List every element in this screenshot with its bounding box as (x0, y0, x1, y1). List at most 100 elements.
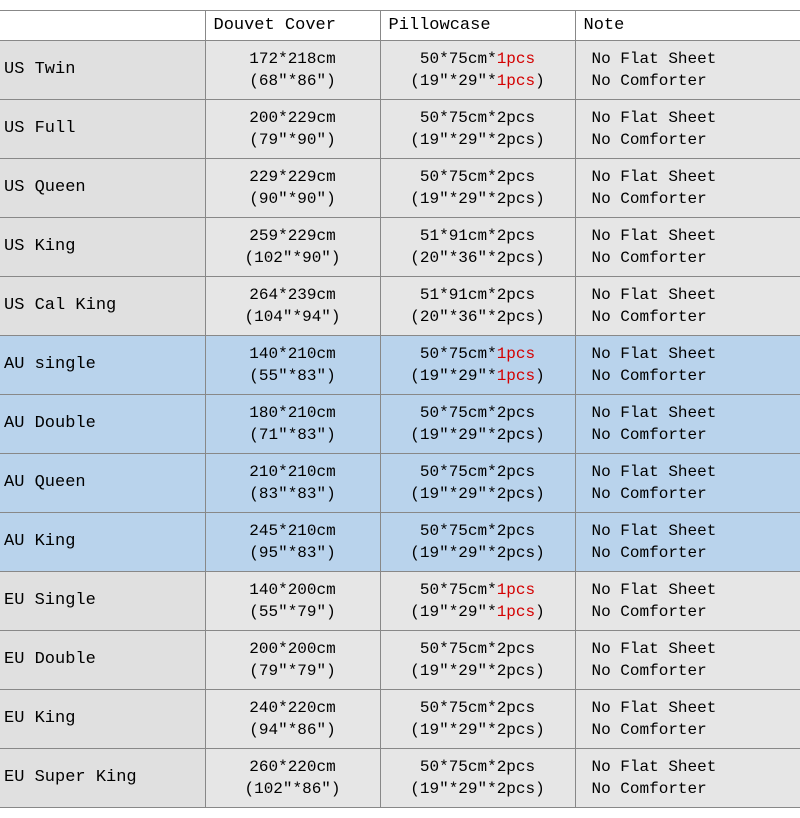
pillow-in-post: ) (535, 603, 545, 621)
pillow-in-pre: (19"*29"*2pcs) (410, 544, 544, 562)
duvet-cell: 140*210cm(55"*83") (205, 336, 380, 395)
note-cell: No Flat SheetNo Comforter (575, 631, 800, 690)
duvet-cell: 264*239cm(104"*94") (205, 277, 380, 336)
duvet-in: (55"*79") (206, 601, 380, 623)
size-cell: US Twin (0, 41, 205, 100)
duvet-in: (55"*83") (206, 365, 380, 387)
size-cell: AU Queen (0, 454, 205, 513)
size-chart-table: Douvet Cover Pillowcase Note US Twin172*… (0, 10, 800, 808)
size-cell: EU Single (0, 572, 205, 631)
pillow-in: (19"*29"*2pcs) (381, 778, 575, 800)
duvet-cm: 264*239cm (206, 284, 380, 306)
note-cell: No Flat SheetNo Comforter (575, 749, 800, 808)
note-cell: No Flat SheetNo Comforter (575, 218, 800, 277)
pillow-in-qty: 1pcs (497, 367, 535, 385)
pillow-cm-qty: 1pcs (497, 345, 535, 363)
note-line-2: No Comforter (592, 70, 800, 92)
duvet-in: (79"*79") (206, 660, 380, 682)
duvet-cm: 229*229cm (206, 166, 380, 188)
col-header-duvet: Douvet Cover (205, 11, 380, 41)
pillow-cm-pre: 50*75cm*2pcs (420, 699, 535, 717)
pillow-in-qty: 1pcs (497, 72, 535, 90)
pillow-cm: 50*75cm*2pcs (381, 520, 575, 542)
pillow-in-pre: (19"*29"*2pcs) (410, 190, 544, 208)
size-cell: AU King (0, 513, 205, 572)
duvet-cm: 140*200cm (206, 579, 380, 601)
pillow-cm: 51*91cm*2pcs (381, 225, 575, 247)
duvet-in: (104"*94") (206, 306, 380, 328)
duvet-cell: 180*210cm(71"*83") (205, 395, 380, 454)
note-line-1: No Flat Sheet (592, 402, 800, 424)
pillow-cm: 50*75cm*2pcs (381, 166, 575, 188)
pillow-cell: 50*75cm*2pcs(19"*29"*2pcs) (380, 395, 575, 454)
pillow-in: (19"*29"*2pcs) (381, 188, 575, 210)
duvet-cm: 260*220cm (206, 756, 380, 778)
pillow-in-pre: (20"*36"*2pcs) (410, 249, 544, 267)
pillow-cm: 50*75cm*1pcs (381, 343, 575, 365)
note-line-1: No Flat Sheet (592, 284, 800, 306)
table-row: EU Super King260*220cm(102"*86")50*75cm*… (0, 749, 800, 808)
duvet-cell: 200*200cm(79"*79") (205, 631, 380, 690)
pillow-cm: 50*75cm*2pcs (381, 461, 575, 483)
note-cell: No Flat SheetNo Comforter (575, 395, 800, 454)
note-line-1: No Flat Sheet (592, 579, 800, 601)
pillow-in-post: ) (535, 367, 545, 385)
pillow-cm-pre: 50*75cm*2pcs (420, 109, 535, 127)
note-line-2: No Comforter (592, 660, 800, 682)
col-header-pillow: Pillowcase (380, 11, 575, 41)
duvet-cell: 172*218cm(68"*86") (205, 41, 380, 100)
duvet-cm: 180*210cm (206, 402, 380, 424)
table-row: AU Double180*210cm(71"*83")50*75cm*2pcs(… (0, 395, 800, 454)
duvet-cell: 200*229cm(79"*90") (205, 100, 380, 159)
pillow-in-pre: (19"*29"*2pcs) (410, 780, 544, 798)
duvet-cell: 210*210cm(83"*83") (205, 454, 380, 513)
pillow-cm-pre: 50*75cm*2pcs (420, 404, 535, 422)
pillow-in: (19"*29"*1pcs) (381, 365, 575, 387)
table-row: AU single140*210cm(55"*83")50*75cm*1pcs(… (0, 336, 800, 395)
pillow-cm-pre: 50*75cm* (420, 345, 497, 363)
pillow-in-pre: (19"*29"*2pcs) (410, 662, 544, 680)
pillow-cm: 50*75cm*2pcs (381, 697, 575, 719)
col-header-note: Note (575, 11, 800, 41)
size-cell: US Queen (0, 159, 205, 218)
pillow-in-pre: (19"*29"* (410, 603, 496, 621)
duvet-in: (102"*86") (206, 778, 380, 800)
duvet-cm: 245*210cm (206, 520, 380, 542)
pillow-cm-pre: 50*75cm*2pcs (420, 463, 535, 481)
note-line-1: No Flat Sheet (592, 638, 800, 660)
note-line-2: No Comforter (592, 129, 800, 151)
pillow-cell: 51*91cm*2pcs(20"*36"*2pcs) (380, 277, 575, 336)
pillow-cm-pre: 51*91cm*2pcs (420, 227, 535, 245)
pillow-in: (19"*29"*2pcs) (381, 542, 575, 564)
note-line-2: No Comforter (592, 601, 800, 623)
note-line-2: No Comforter (592, 424, 800, 446)
pillow-cm-qty: 1pcs (497, 50, 535, 68)
pillow-in-pre: (19"*29"*2pcs) (410, 485, 544, 503)
note-line-1: No Flat Sheet (592, 225, 800, 247)
note-line-2: No Comforter (592, 306, 800, 328)
duvet-cm: 172*218cm (206, 48, 380, 70)
pillow-cm-pre: 50*75cm*2pcs (420, 640, 535, 658)
pillow-cm: 50*75cm*1pcs (381, 48, 575, 70)
duvet-cm: 240*220cm (206, 697, 380, 719)
note-line-1: No Flat Sheet (592, 520, 800, 542)
pillow-cell: 50*75cm*2pcs (19"*29"*2pcs) (380, 454, 575, 513)
pillow-in: (20"*36"*2pcs) (381, 247, 575, 269)
pillow-cm: 51*91cm*2pcs (381, 284, 575, 306)
pillow-cm-pre: 50*75cm*2pcs (420, 168, 535, 186)
pillow-in-pre: (19"*29"*2pcs) (410, 721, 544, 739)
pillow-in-pre: (19"*29"* (410, 72, 496, 90)
pillow-cm-pre: 50*75cm* (420, 50, 497, 68)
note-cell: No Flat SheetNo Comforter (575, 277, 800, 336)
pillow-cell: 50*75cm*2pcs (19"*29"*2pcs) (380, 690, 575, 749)
table-row: US Full200*229cm(79"*90")50*75cm*2pcs(19… (0, 100, 800, 159)
duvet-cell: 240*220cm(94"*86") (205, 690, 380, 749)
pillow-in: (19"*29"*2pcs) (381, 719, 575, 741)
duvet-cm: 259*229cm (206, 225, 380, 247)
duvet-cm: 140*210cm (206, 343, 380, 365)
duvet-cm: 210*210cm (206, 461, 380, 483)
note-line-1: No Flat Sheet (592, 756, 800, 778)
pillow-cm-pre: 51*91cm*2pcs (420, 286, 535, 304)
pillow-cell: 50*75cm*1pcs(19"*29"*1pcs) (380, 336, 575, 395)
duvet-cell: 229*229cm(90"*90") (205, 159, 380, 218)
